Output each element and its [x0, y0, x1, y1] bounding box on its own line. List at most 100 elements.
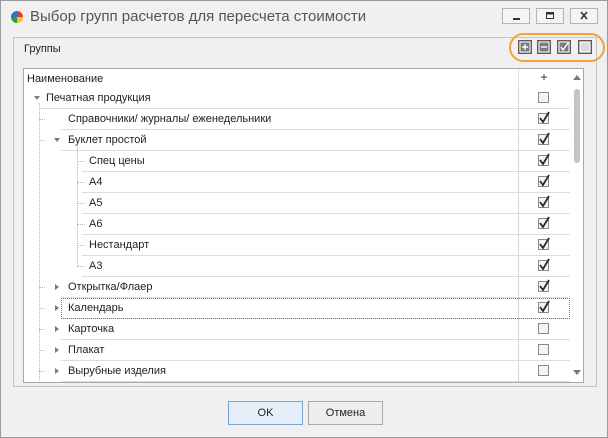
row-divider — [61, 381, 570, 382]
toolbar-highlight — [509, 33, 605, 62]
row-label: Плакат — [68, 344, 105, 356]
expanded-arrow-icon[interactable] — [32, 93, 42, 103]
row-label: А6 — [89, 218, 103, 230]
tree-connector — [77, 245, 85, 246]
row-checkbox[interactable] — [538, 216, 550, 229]
cell-divider — [518, 151, 519, 172]
tree-row[interactable]: Календарь — [24, 298, 570, 319]
panel-title: Группы — [24, 43, 61, 55]
row-label: Карточка — [68, 323, 115, 335]
row-label: Спец цены — [89, 155, 145, 167]
tree-connector — [77, 182, 85, 183]
window-title: Выбор групп расчетов для пересчета стоим… — [30, 8, 367, 25]
tree-row[interactable]: Спец цены — [24, 151, 570, 172]
minimize-icon — [513, 18, 520, 20]
cell-divider — [518, 277, 519, 298]
checkmark-icon — [539, 153, 550, 166]
checkmark-icon — [539, 174, 550, 187]
collapsed-arrow-icon[interactable] — [52, 345, 62, 355]
cell-divider — [518, 256, 519, 277]
row-checkbox[interactable] — [538, 237, 550, 250]
maximize-button[interactable] — [536, 8, 564, 24]
row-checkbox[interactable] — [538, 153, 550, 166]
row-checkbox[interactable] — [538, 344, 549, 355]
tree-connector — [77, 224, 85, 225]
collapsed-arrow-icon[interactable] — [52, 366, 62, 376]
tree-row[interactable]: А6 — [24, 214, 570, 235]
checkmark-icon — [539, 132, 550, 145]
tree-row[interactable]: А4 — [24, 172, 570, 193]
row-checkbox[interactable] — [538, 132, 550, 145]
row-label: А5 — [89, 197, 103, 209]
cell-divider — [518, 88, 519, 109]
groups-tree-grid[interactable]: Наименование + Печатная продукция Справоч… — [23, 68, 584, 383]
tree-connector — [77, 203, 85, 204]
checkmark-icon — [539, 237, 550, 250]
row-label: А4 — [89, 176, 103, 188]
checkmark-icon — [539, 258, 550, 271]
cancel-button[interactable]: Отмена — [308, 401, 383, 425]
tree-connector — [77, 145, 78, 266]
focus-rectangle — [61, 298, 570, 319]
tree-row[interactable]: Печатная продукция — [24, 88, 570, 109]
vertical-scrollbar[interactable] — [570, 69, 583, 382]
row-label: Нестандарт — [89, 239, 150, 251]
column-header-checked[interactable]: + — [521, 70, 567, 84]
row-checkbox[interactable] — [538, 323, 549, 334]
cell-divider — [518, 193, 519, 214]
row-checkbox[interactable] — [538, 195, 550, 208]
checkmark-icon — [539, 216, 550, 229]
row-checkbox[interactable] — [538, 174, 550, 187]
cell-divider — [518, 172, 519, 193]
cell-divider — [518, 214, 519, 235]
tree-row[interactable]: Справочники/ журналы/ еженедельники — [24, 109, 570, 130]
row-checkbox[interactable] — [538, 258, 550, 271]
expanded-arrow-icon[interactable] — [52, 135, 62, 145]
tree-row[interactable]: Карточка — [24, 319, 570, 340]
tree-connector — [77, 161, 85, 162]
tree-row[interactable]: Буклет простой — [24, 130, 570, 151]
tree-row[interactable]: А5 — [24, 193, 570, 214]
collapsed-arrow-icon[interactable] — [52, 324, 62, 334]
scroll-down-arrow-icon[interactable] — [573, 370, 581, 375]
checkmark-icon — [539, 279, 550, 292]
cell-divider — [518, 109, 519, 130]
row-checkbox[interactable] — [538, 365, 549, 376]
row-label: Справочники/ журналы/ еженедельники — [68, 113, 272, 125]
tree-row[interactable]: Нестандарт — [24, 235, 570, 256]
row-label: Буклет простой — [68, 134, 147, 146]
dialog-window: Выбор групп расчетов для пересчета стоим… — [0, 0, 608, 438]
cell-divider — [518, 361, 519, 382]
row-label: А3 — [89, 260, 103, 272]
close-icon — [580, 11, 588, 20]
ok-button[interactable]: OK — [228, 401, 303, 425]
title-bar[interactable]: Выбор групп расчетов для пересчета стоим… — [1, 1, 607, 33]
header-divider — [518, 69, 519, 88]
checkmark-icon — [539, 195, 550, 208]
cell-divider — [518, 319, 519, 340]
color-pinwheel-icon — [11, 11, 23, 23]
tree-row[interactable]: Открытка/Флаер — [24, 277, 570, 298]
scroll-up-arrow-icon[interactable] — [573, 75, 581, 80]
row-checkbox[interactable] — [538, 111, 550, 124]
cell-divider — [518, 340, 519, 361]
row-label: Вырубные изделия — [68, 365, 166, 377]
checkmark-icon — [539, 111, 550, 124]
tree-connector — [39, 103, 40, 382]
grid-header: Наименование + — [24, 69, 570, 88]
column-header-name[interactable]: Наименование — [27, 73, 103, 85]
tree-row[interactable]: Плакат — [24, 340, 570, 361]
collapsed-arrow-icon[interactable] — [52, 282, 62, 292]
close-button[interactable] — [570, 8, 598, 24]
row-checkbox[interactable] — [538, 92, 549, 103]
cell-divider — [518, 235, 519, 256]
cell-divider — [518, 130, 519, 151]
row-checkbox[interactable] — [538, 279, 550, 292]
maximize-icon — [546, 12, 554, 19]
tree-row[interactable]: Вырубные изделия — [24, 361, 570, 382]
minimize-button[interactable] — [502, 8, 530, 24]
row-label: Открытка/Флаер — [68, 281, 153, 293]
scroll-thumb[interactable] — [574, 89, 580, 163]
tree-row[interactable]: А3 — [24, 256, 570, 277]
row-label: Печатная продукция — [46, 92, 151, 104]
